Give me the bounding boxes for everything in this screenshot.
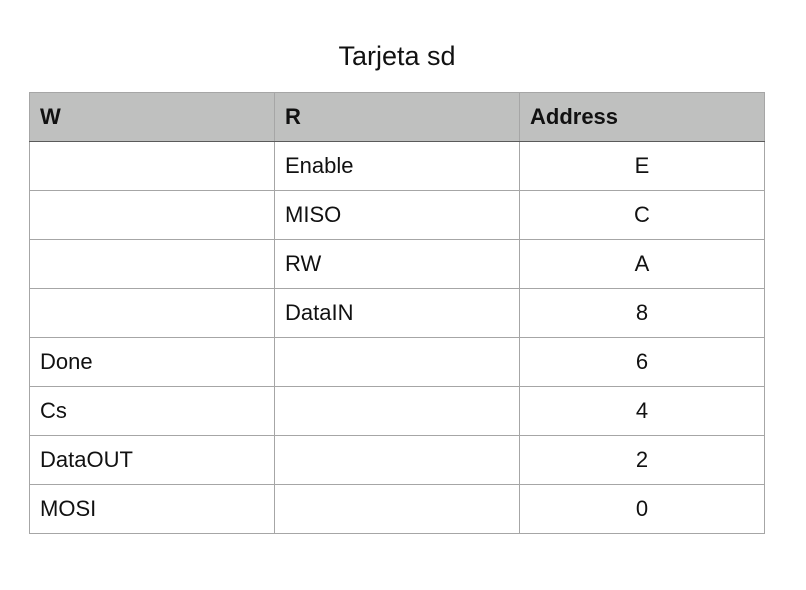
cell-w bbox=[29, 141, 275, 191]
cell-address: 6 bbox=[519, 337, 765, 387]
cell-r bbox=[274, 386, 520, 436]
cell-r: RW bbox=[274, 239, 520, 289]
column-header-address: Address bbox=[519, 92, 765, 142]
cell-r: MISO bbox=[274, 190, 520, 240]
table-row: MISO C bbox=[29, 190, 765, 240]
column-header-r: R bbox=[274, 92, 520, 142]
table-row: RW A bbox=[29, 239, 765, 289]
cell-address: E bbox=[519, 141, 765, 191]
cell-w: Cs bbox=[29, 386, 275, 436]
cell-w: Done bbox=[29, 337, 275, 387]
cell-address: 2 bbox=[519, 435, 765, 485]
table-row: DataIN 8 bbox=[29, 288, 765, 338]
table-row: Cs 4 bbox=[29, 386, 765, 436]
cell-w bbox=[29, 239, 275, 289]
cell-w: MOSI bbox=[29, 484, 275, 534]
cell-address: C bbox=[519, 190, 765, 240]
table-row: Enable E bbox=[29, 141, 765, 191]
table-row: MOSI 0 bbox=[29, 484, 765, 534]
cell-r bbox=[274, 337, 520, 387]
page-title: Tarjeta sd bbox=[338, 41, 456, 71]
cell-r: Enable bbox=[274, 141, 520, 191]
cell-w bbox=[29, 288, 275, 338]
register-table: W R Address Enable E MISO C RW A DataIN … bbox=[29, 92, 765, 534]
cell-w bbox=[29, 190, 275, 240]
cell-address: 4 bbox=[519, 386, 765, 436]
cell-w: DataOUT bbox=[29, 435, 275, 485]
cell-address: A bbox=[519, 239, 765, 289]
cell-r: DataIN bbox=[274, 288, 520, 338]
cell-r bbox=[274, 484, 520, 534]
table-row: DataOUT 2 bbox=[29, 435, 765, 485]
cell-address: 0 bbox=[519, 484, 765, 534]
cell-address: 8 bbox=[519, 288, 765, 338]
column-header-w: W bbox=[29, 92, 275, 142]
table-row: Done 6 bbox=[29, 337, 765, 387]
cell-r bbox=[274, 435, 520, 485]
header-row: W R Address bbox=[29, 92, 765, 142]
